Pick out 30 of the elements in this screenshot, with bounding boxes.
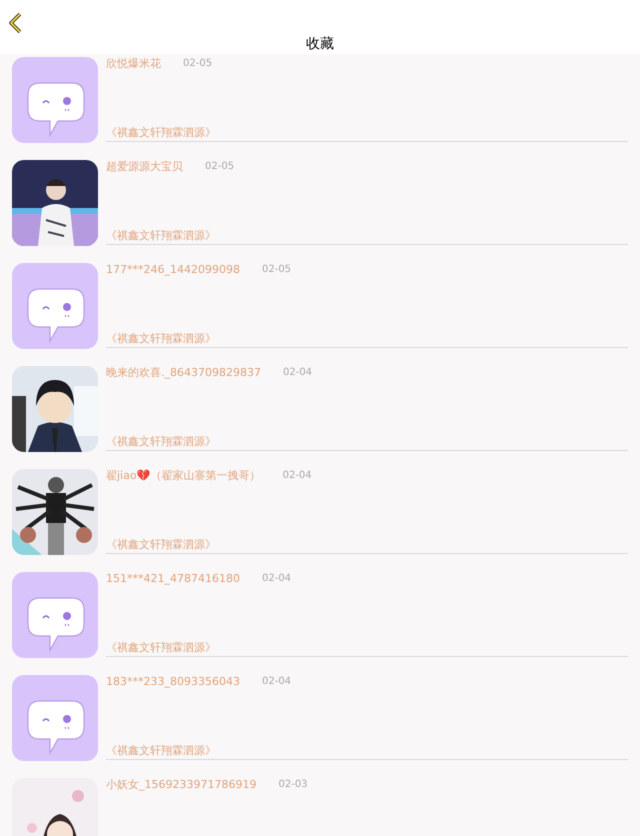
date: 02-05 — [205, 160, 234, 174]
work-title: 《祺鑫文轩翔霖泗源》 — [106, 641, 216, 655]
back-button[interactable] — [8, 10, 24, 36]
user-name: 晚来的欢喜._8643709829837 — [106, 366, 261, 380]
user-name: 177***246_1442099098 — [106, 263, 240, 277]
date: 02-04 — [262, 572, 292, 586]
work-title: 《祺鑫文轩翔霖泗源》 — [106, 332, 216, 346]
date: 02-04 — [282, 366, 312, 380]
date: 02-05 — [262, 263, 292, 277]
chat-bubble-icon — [12, 263, 98, 349]
date: 02-03 — [278, 778, 308, 792]
date: 02-04 — [262, 675, 292, 689]
user-name: 小妖女_1569233971786919 — [106, 778, 256, 792]
back-icon — [8, 10, 24, 36]
work-title: 《祺鑫文轩翔霖泗源》 — [106, 744, 216, 758]
date: 02-05 — [183, 57, 212, 71]
user-name: 翟jiao💔（翟家山寨第一拽哥） — [106, 469, 261, 483]
chat-bubble-icon — [12, 572, 98, 658]
chat-bubble-icon — [12, 57, 98, 143]
work-title: 《祺鑫文轩翔霖泗源》 — [106, 538, 216, 552]
user-name: 151***421_4787416180 — [106, 572, 240, 586]
work-title: 《祺鑫文轩翔霖泗源》 — [106, 229, 216, 243]
chat-bubble-icon — [12, 675, 98, 761]
work-title: 《祺鑫文轩翔霖泗源》 — [106, 126, 216, 140]
date: 02-04 — [282, 469, 312, 483]
work-title: 《祺鑫文轩翔霖泗源》 — [106, 435, 216, 449]
user-name: 欣悦爆米花 — [106, 57, 161, 71]
page-title: 收藏 — [306, 35, 334, 53]
user-name: 183***233_8093356043 — [106, 675, 240, 689]
user-name: 超爱源源大宝贝 — [106, 160, 183, 174]
